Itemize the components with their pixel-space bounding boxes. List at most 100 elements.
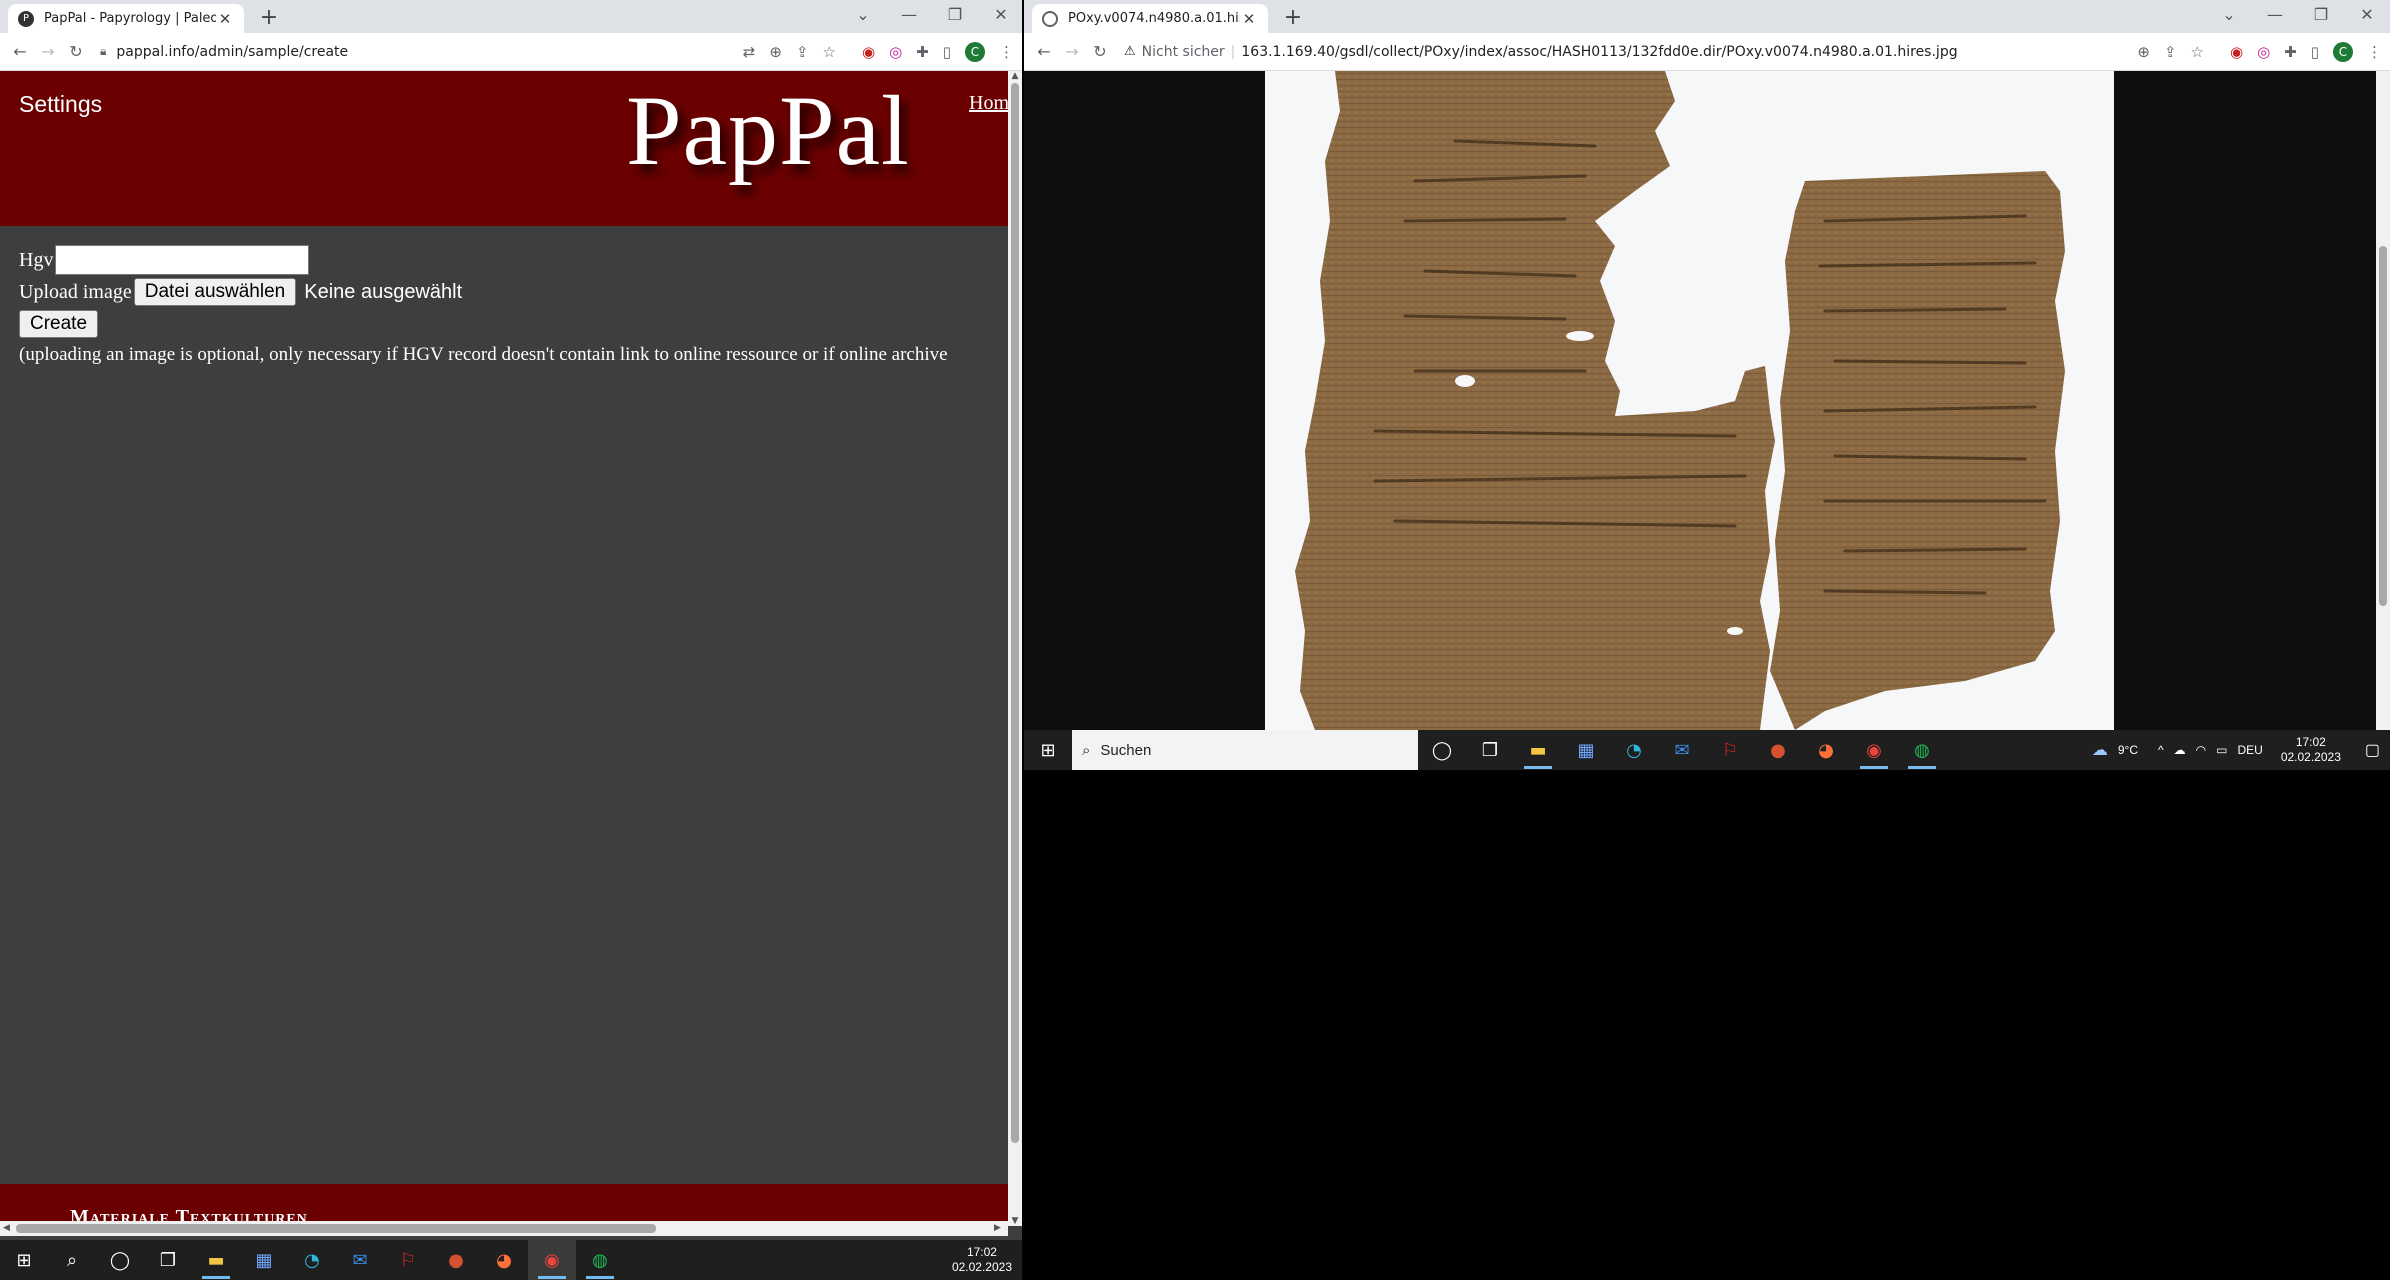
spotify-icon[interactable]: ◍ xyxy=(576,1240,624,1280)
onedrive-icon[interactable]: ☁ xyxy=(2174,743,2186,757)
store-icon[interactable]: ▦ xyxy=(240,1240,288,1280)
scroll-up-icon[interactable]: ▲ xyxy=(1008,71,1022,81)
back-icon[interactable]: ← xyxy=(6,42,34,61)
clock[interactable]: 17:02 02.02.2023 xyxy=(2281,735,2341,765)
scroll-right-icon[interactable]: ▶ xyxy=(994,1221,1001,1236)
create-button[interactable]: Create xyxy=(19,310,99,338)
windows-start-icon[interactable]: ⊞ xyxy=(0,1240,48,1280)
acrobat-icon[interactable]: ⚐ xyxy=(384,1240,432,1280)
extension-pink-icon[interactable]: ◎ xyxy=(2257,43,2270,61)
chevron-down-icon[interactable]: ⌄ xyxy=(2206,3,2252,27)
star-icon[interactable]: ☆ xyxy=(2191,43,2204,61)
scroll-thumb[interactable] xyxy=(2379,246,2387,606)
zoom-icon[interactable]: ⊕ xyxy=(769,43,782,61)
search-placeholder: Suchen xyxy=(1100,741,1152,759)
weather-temp[interactable]: 9°C xyxy=(2118,743,2138,757)
edge-icon[interactable]: ◔ xyxy=(1610,730,1658,770)
scroll-thumb[interactable] xyxy=(1011,83,1019,1143)
task-view-icon[interactable]: ❐ xyxy=(1466,730,1514,770)
new-tab-button[interactable]: + xyxy=(256,5,282,30)
acrobat-icon[interactable]: ⚐ xyxy=(1706,730,1754,770)
clock[interactable]: 17:02 02.02.2023 xyxy=(952,1245,1012,1275)
right-vertical-scrollbar[interactable] xyxy=(2376,71,2390,730)
store-icon[interactable]: ▦ xyxy=(1562,730,1610,770)
restore-button[interactable]: ❐ xyxy=(932,3,978,27)
weather-cloud-icon[interactable]: ☁ xyxy=(2092,740,2108,760)
profile-avatar[interactable]: C xyxy=(965,42,985,62)
chrome-icon[interactable]: ◉ xyxy=(1850,730,1898,770)
profile-avatar[interactable]: C xyxy=(2333,42,2353,62)
sidepanel-icon[interactable]: ▯ xyxy=(943,43,951,61)
search-icon[interactable]: ⌕ xyxy=(48,1240,96,1280)
tab-close-icon[interactable]: ✕ xyxy=(1240,10,1258,28)
chevron-down-icon[interactable]: ⌄ xyxy=(840,3,886,27)
reload-icon[interactable]: ↻ xyxy=(62,42,90,61)
mail-icon[interactable]: ✉ xyxy=(336,1240,384,1280)
wifi-icon[interactable]: ◠ xyxy=(2196,743,2206,757)
extension-red-icon[interactable]: ◉ xyxy=(862,43,875,61)
sidepanel-icon[interactable]: ▯ xyxy=(2311,43,2319,61)
extension-icon[interactable]: ✚ xyxy=(916,43,929,61)
right-tabstrip: POxy.v0074.n4980.a.01.hires.jpg ✕ + ⌄ — … xyxy=(1024,0,2390,33)
settings-link[interactable]: Settings xyxy=(19,91,102,118)
tab-pappal[interactable]: P PapPal - Papyrology | Paleograph ✕ xyxy=(8,4,244,33)
firefox-icon[interactable]: ◕ xyxy=(480,1240,528,1280)
forward-icon[interactable]: → xyxy=(34,42,62,61)
notification-icon[interactable]: ▢ xyxy=(2365,740,2380,760)
hscroll-thumb[interactable] xyxy=(16,1224,656,1233)
language-indicator[interactable]: DEU xyxy=(2237,743,2262,757)
scroll-left-icon[interactable]: ◀ xyxy=(3,1221,10,1236)
share-icon[interactable]: ⇪ xyxy=(2164,43,2177,61)
back-icon[interactable]: ← xyxy=(1030,42,1058,61)
mail-icon[interactable]: ✉ xyxy=(1658,730,1706,770)
restore-button[interactable]: ❐ xyxy=(2298,3,2344,27)
task-view-icon[interactable]: ❐ xyxy=(144,1240,192,1280)
extension-pink-icon[interactable]: ◎ xyxy=(889,43,902,61)
zoom-icon[interactable]: ⊕ xyxy=(2137,43,2150,61)
pappal-header: Settings PapPal Home xyxy=(0,71,1018,226)
windows-start-icon[interactable]: ⊞ xyxy=(1024,730,1072,770)
url-text: pappal.info/admin/sample/create xyxy=(116,43,349,60)
left-horizontal-scrollbar[interactable]: ◀ ▶ xyxy=(0,1221,1008,1236)
cortana-icon[interactable]: ◯ xyxy=(1418,730,1466,770)
reload-icon[interactable]: ↻ xyxy=(1086,42,1114,61)
explorer-icon[interactable]: ▬ xyxy=(192,1240,240,1280)
choose-file-button[interactable]: Datei auswählen xyxy=(133,278,297,306)
powerpoint-icon[interactable]: ● xyxy=(432,1240,480,1280)
translate-icon[interactable]: ⇄ xyxy=(743,43,756,61)
edge-icon[interactable]: ◔ xyxy=(288,1240,336,1280)
tab-papyrus-image[interactable]: POxy.v0074.n4980.a.01.hires.jpg ✕ xyxy=(1032,4,1268,33)
taskbar-search-box[interactable]: ⌕ Suchen xyxy=(1072,730,1418,770)
right-browser-window: POxy.v0074.n4980.a.01.hires.jpg ✕ + ⌄ — … xyxy=(1024,0,2390,730)
battery-icon[interactable]: ▭ xyxy=(2216,743,2227,757)
pappal-logo[interactable]: PapPal xyxy=(626,73,910,188)
minimize-button[interactable]: — xyxy=(886,3,932,27)
chrome-icon[interactable]: ◉ xyxy=(528,1240,576,1280)
forward-icon[interactable]: → xyxy=(1058,42,1086,61)
close-button[interactable]: ✕ xyxy=(2344,3,2390,27)
tab-close-icon[interactable]: ✕ xyxy=(216,10,234,28)
spotify-icon[interactable]: ◍ xyxy=(1898,730,1946,770)
close-button[interactable]: ✕ xyxy=(978,3,1022,27)
address-bar[interactable]: ⚠ Nicht sicher | 163.1.169.40/gsdl/colle… xyxy=(1124,44,1958,60)
share-icon[interactable]: ⇪ xyxy=(796,43,809,61)
scroll-down-icon[interactable]: ▼ xyxy=(1008,1216,1022,1226)
menu-icon[interactable]: ⋮ xyxy=(2367,43,2382,61)
search-icon: ⌕ xyxy=(1082,741,1091,759)
menu-icon[interactable]: ⋮ xyxy=(999,43,1014,61)
minimize-button[interactable]: — xyxy=(2252,3,2298,27)
lock-icon: 🔒︎ xyxy=(100,44,107,58)
powerpoint-icon[interactable]: ● xyxy=(1754,730,1802,770)
star-icon[interactable]: ☆ xyxy=(823,43,836,61)
chevron-up-icon[interactable]: ^ xyxy=(2158,743,2164,757)
left-vertical-scrollbar[interactable]: ▲ ▼ xyxy=(1008,71,1022,1226)
address-bar[interactable]: 🔒︎ pappal.info/admin/sample/create xyxy=(100,44,348,60)
cortana-icon[interactable]: ◯ xyxy=(96,1240,144,1280)
extension-red-icon[interactable]: ◉ xyxy=(2230,43,2243,61)
new-tab-button[interactable]: + xyxy=(1280,5,1306,30)
extension-icon[interactable]: ✚ xyxy=(2284,43,2297,61)
firefox-icon[interactable]: ◕ xyxy=(1802,730,1850,770)
explorer-icon[interactable]: ▬ xyxy=(1514,730,1562,770)
papyrus-image[interactable] xyxy=(1265,71,2114,730)
hgv-input[interactable] xyxy=(55,245,310,275)
